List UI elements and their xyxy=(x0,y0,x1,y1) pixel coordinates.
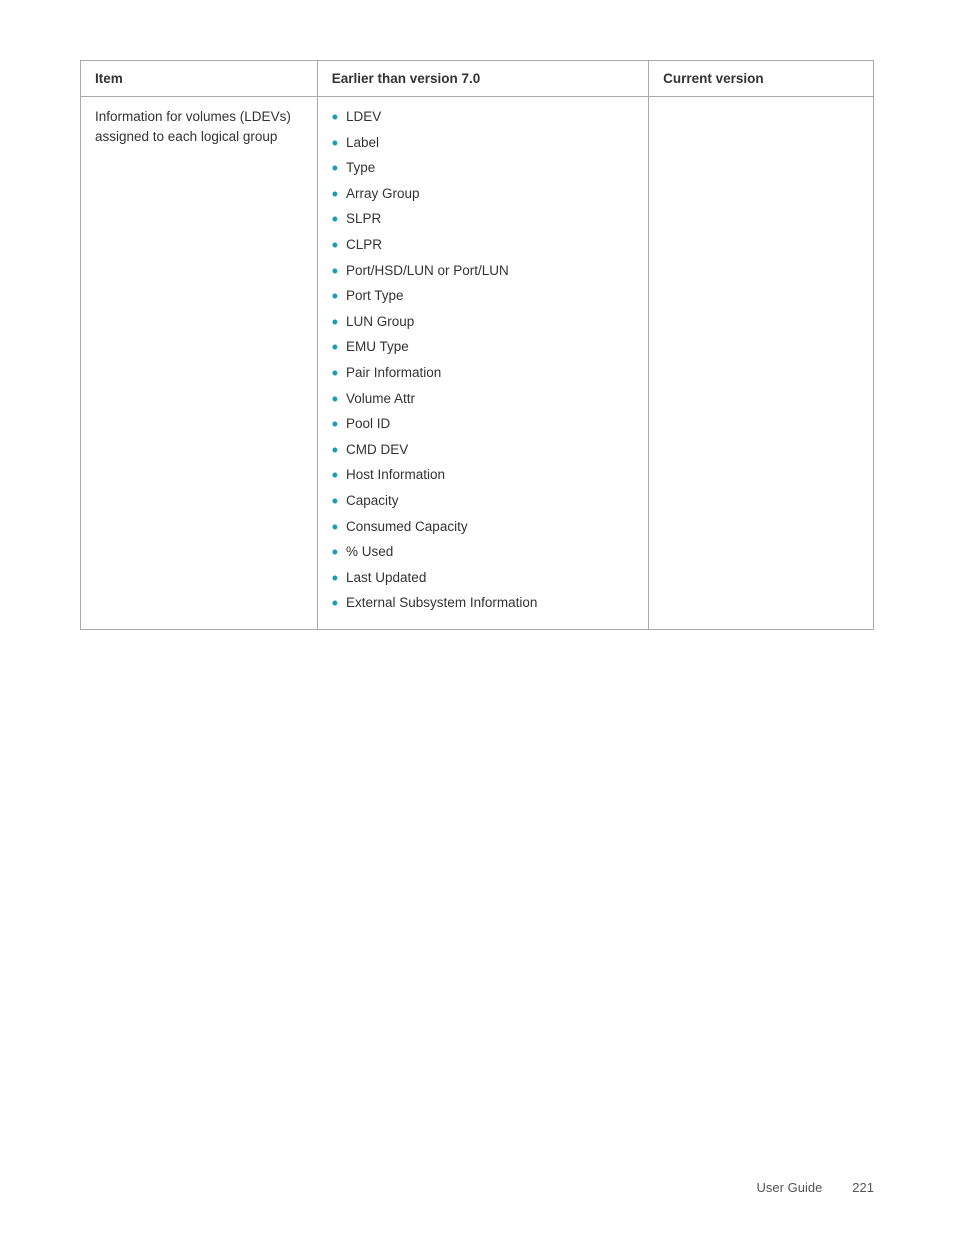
footer-page-number: 221 xyxy=(852,1180,874,1195)
list-item-text: LDEV xyxy=(346,107,381,127)
list-item-text: Volume Attr xyxy=(346,389,415,409)
list-item-text: Host Information xyxy=(346,465,445,485)
list-item-text: LUN Group xyxy=(346,312,414,332)
bullet-icon: • xyxy=(332,337,338,359)
list-item: • Pair Information xyxy=(332,363,634,385)
list-item-text: Last Updated xyxy=(346,568,426,588)
bullet-icon: • xyxy=(332,261,338,283)
list-item: • % Used xyxy=(332,542,634,564)
earlier-list-0: • LDEV • Label • Type • Array Group • SLPR • CLPR • P… xyxy=(332,107,634,615)
table-cell-earlier-0: • LDEV • Label • Type • Array Group • SLPR • CLPR • P… xyxy=(317,97,648,630)
list-item-text: CMD DEV xyxy=(346,440,408,460)
list-item-text: % Used xyxy=(346,542,393,562)
bullet-icon: • xyxy=(332,440,338,462)
page-footer: User Guide 221 xyxy=(757,1180,874,1195)
bullet-icon: • xyxy=(332,286,338,308)
table-cell-item-0: Information for volumes (LDEVs) assigned… xyxy=(81,97,318,630)
list-item-text: External Subsystem Information xyxy=(346,593,537,613)
bullet-icon: • xyxy=(332,389,338,411)
bullet-icon: • xyxy=(332,184,338,206)
table-cell-current-0 xyxy=(649,97,874,630)
list-item-text: Type xyxy=(346,158,375,178)
list-item: • Array Group xyxy=(332,184,634,206)
list-item-text: SLPR xyxy=(346,209,381,229)
list-item-text: CLPR xyxy=(346,235,382,255)
list-item-text: Port/HSD/LUN or Port/LUN xyxy=(346,261,509,281)
page-container: Item Earlier than version 7.0 Current ve… xyxy=(0,0,954,670)
list-item: • Port Type xyxy=(332,286,634,308)
main-table: Item Earlier than version 7.0 Current ve… xyxy=(80,60,874,630)
list-item: • LUN Group xyxy=(332,312,634,334)
list-item-text: Label xyxy=(346,133,379,153)
bullet-icon: • xyxy=(332,133,338,155)
list-item: • External Subsystem Information xyxy=(332,593,634,615)
list-item: • Type xyxy=(332,158,634,180)
list-item-text: Port Type xyxy=(346,286,404,306)
list-item-text: EMU Type xyxy=(346,337,409,357)
bullet-icon: • xyxy=(332,312,338,334)
list-item: • Consumed Capacity xyxy=(332,517,634,539)
footer-label: User Guide xyxy=(757,1180,823,1195)
list-item-text: Capacity xyxy=(346,491,399,511)
bullet-icon: • xyxy=(332,209,338,231)
header-current: Current version xyxy=(649,61,874,97)
bullet-icon: • xyxy=(332,491,338,513)
list-item: • Last Updated xyxy=(332,568,634,590)
list-item: • Label xyxy=(332,133,634,155)
bullet-icon: • xyxy=(332,568,338,590)
bullet-icon: • xyxy=(332,465,338,487)
bullet-icon: • xyxy=(332,235,338,257)
list-item: • Capacity xyxy=(332,491,634,513)
bullet-icon: • xyxy=(332,363,338,385)
list-item: • CMD DEV xyxy=(332,440,634,462)
list-item: • Port/HSD/LUN or Port/LUN xyxy=(332,261,634,283)
list-item: • Host Information xyxy=(332,465,634,487)
list-item: • EMU Type xyxy=(332,337,634,359)
bullet-icon: • xyxy=(332,414,338,436)
bullet-icon: • xyxy=(332,593,338,615)
bullet-icon: • xyxy=(332,107,338,129)
header-earlier: Earlier than version 7.0 xyxy=(317,61,648,97)
item-label-0: Information for volumes (LDEVs) assigned… xyxy=(95,109,291,144)
list-item: • LDEV xyxy=(332,107,634,129)
list-item-text: Consumed Capacity xyxy=(346,517,468,537)
list-item: • CLPR xyxy=(332,235,634,257)
bullet-icon: • xyxy=(332,542,338,564)
list-item: • Volume Attr xyxy=(332,389,634,411)
list-item-text: Array Group xyxy=(346,184,420,204)
list-item-text: Pool ID xyxy=(346,414,390,434)
list-item: • SLPR xyxy=(332,209,634,231)
list-item-text: Pair Information xyxy=(346,363,441,383)
bullet-icon: • xyxy=(332,517,338,539)
bullet-icon: • xyxy=(332,158,338,180)
list-item: • Pool ID xyxy=(332,414,634,436)
header-item: Item xyxy=(81,61,318,97)
